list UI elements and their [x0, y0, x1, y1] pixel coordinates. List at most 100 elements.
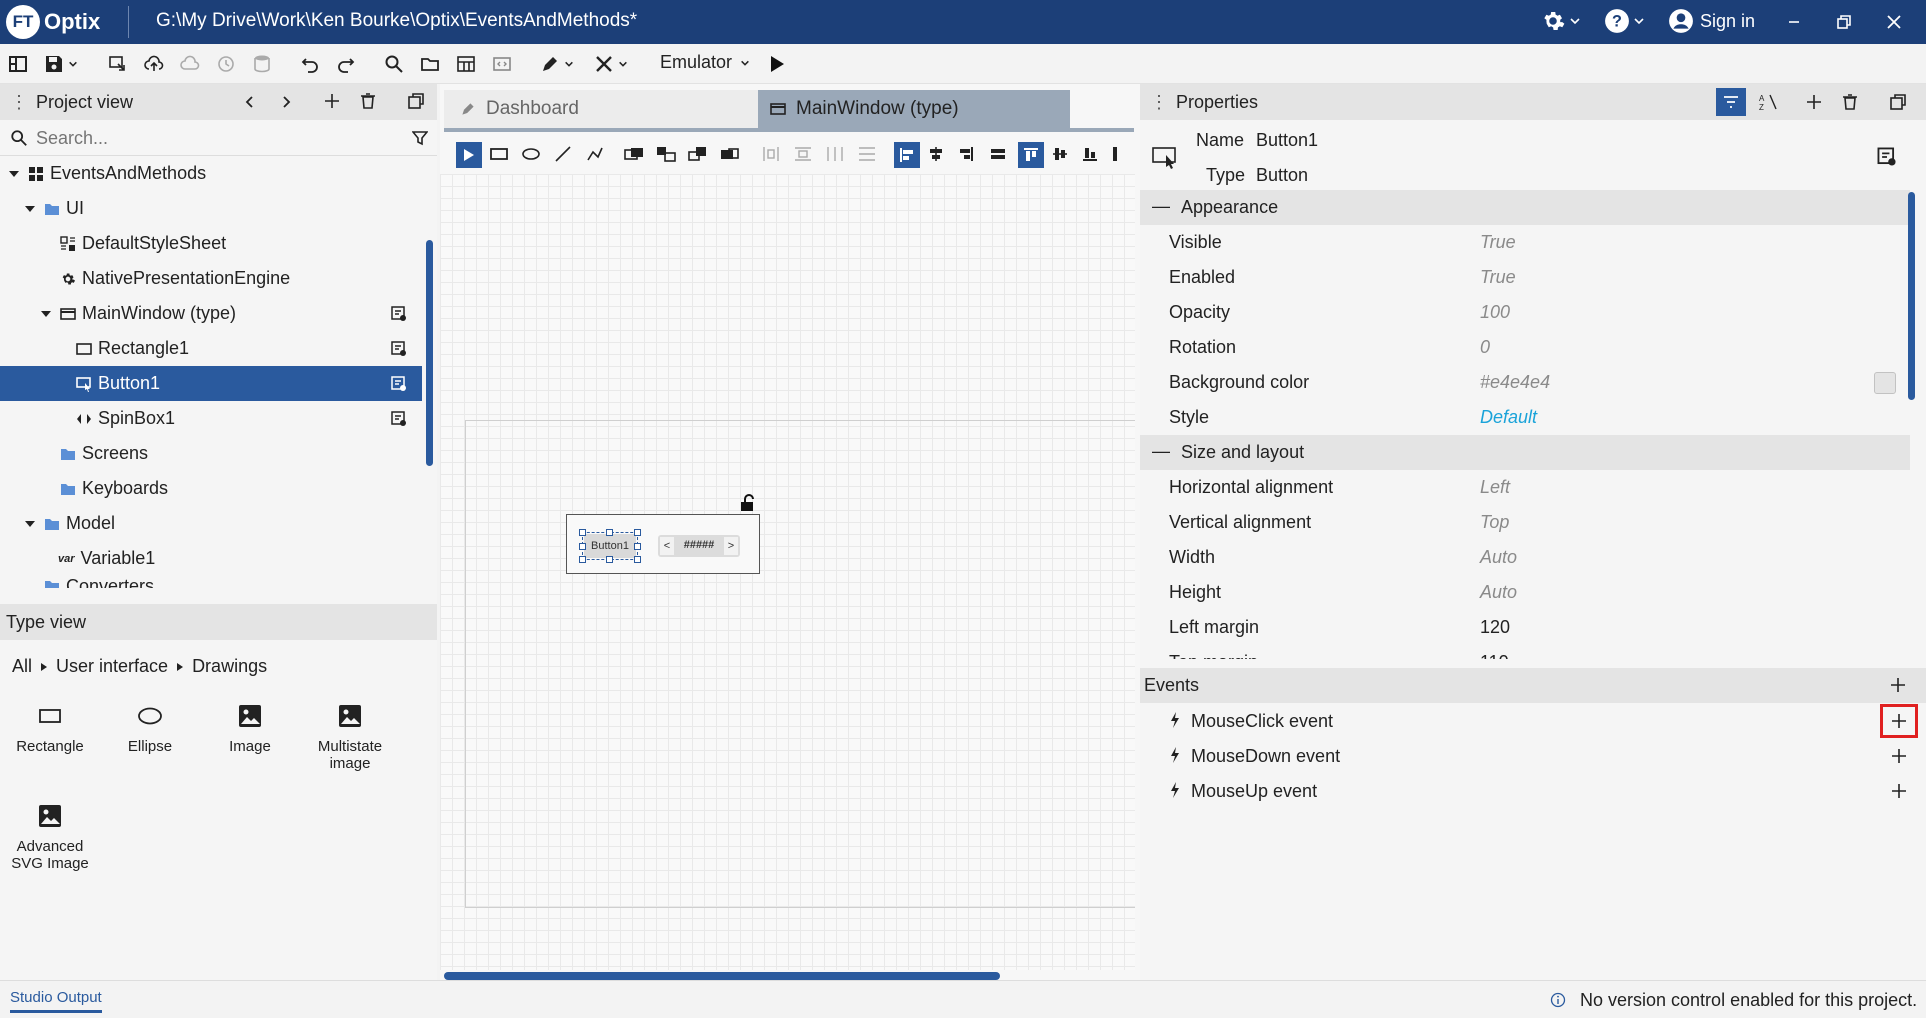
code-button[interactable]	[490, 52, 514, 76]
panel-options-button[interactable]	[1888, 92, 1908, 112]
property-value[interactable]: Default	[1480, 407, 1537, 428]
resize-handle[interactable]	[634, 556, 641, 563]
filter-icon[interactable]	[412, 130, 428, 146]
tree-item-mainwindow[interactable]: MainWindow (type)	[0, 296, 422, 331]
edit-node-icon[interactable]	[390, 410, 408, 428]
restore-button[interactable]	[1834, 12, 1854, 32]
property-value[interactable]: Auto	[1480, 582, 1517, 603]
property-value[interactable]: 100	[1480, 302, 1510, 323]
add-mouseup-handler-button[interactable]	[1889, 781, 1909, 801]
property-background-color[interactable]: Background color #e4e4e4	[1140, 365, 1910, 400]
add-mousedown-handler-button[interactable]	[1889, 746, 1909, 766]
space-h-button[interactable]	[826, 146, 844, 162]
close-button[interactable]	[1884, 12, 1904, 32]
tree-item-keyboards[interactable]: Keyboards	[0, 471, 422, 506]
add-mouseclick-handler-button[interactable]	[1880, 704, 1918, 738]
tree-item-defaultstylesheet[interactable]: DefaultStyleSheet	[0, 226, 422, 261]
edit-node-icon[interactable]	[1876, 146, 1898, 168]
property-value[interactable]: #e4e4e4	[1480, 372, 1550, 393]
open-folder-button[interactable]	[418, 52, 442, 76]
property-vertical-alignment[interactable]: Vertical alignment Top	[1140, 505, 1910, 540]
distribute-v-button[interactable]	[794, 146, 812, 162]
bring-forward-button[interactable]	[688, 146, 708, 162]
tree-item-variable1[interactable]: var Variable1	[0, 541, 422, 576]
resize-handle[interactable]	[634, 529, 641, 536]
type-item-ellipse[interactable]: Ellipse	[100, 702, 200, 755]
add-node-button[interactable]	[322, 91, 342, 111]
expand-arrow-icon[interactable]	[8, 168, 22, 180]
color-swatch[interactable]	[1874, 372, 1896, 394]
type-item-image[interactable]: Image	[200, 702, 300, 755]
delete-property-button[interactable]	[1840, 92, 1860, 112]
edit-node-icon[interactable]	[390, 305, 408, 323]
resize-handle[interactable]	[579, 556, 586, 563]
delete-node-button[interactable]	[358, 91, 378, 111]
property-visible[interactable]: Visible True	[1140, 225, 1910, 260]
library-button[interactable]	[454, 52, 478, 76]
property-enabled[interactable]: Enabled True	[1140, 260, 1910, 295]
type-item-rectangle[interactable]: Rectangle	[0, 702, 100, 755]
spinbox-decrement[interactable]: <	[660, 537, 674, 555]
filter-properties-button[interactable]	[1716, 88, 1746, 116]
rectangle-tool-button[interactable]	[490, 146, 508, 162]
resize-handle[interactable]	[579, 543, 586, 550]
canvas-spinbox1[interactable]: < ##### >	[658, 535, 740, 557]
tree-item-ui[interactable]: UI	[0, 191, 422, 226]
type-item-advanced-svg-image[interactable]: Advanced SVG Image	[0, 802, 100, 872]
redo-button[interactable]	[334, 52, 358, 76]
property-value[interactable]: 0	[1480, 337, 1490, 358]
stretch-h-button[interactable]	[990, 146, 1006, 162]
edit-node-icon[interactable]	[390, 340, 408, 358]
download-button[interactable]	[178, 52, 202, 76]
add-event-button[interactable]	[1888, 675, 1908, 695]
breadcrumb-all[interactable]: All	[12, 656, 32, 677]
canvas-h-scrollbar[interactable]	[444, 972, 1000, 980]
properties-scrollbar[interactable]	[1908, 192, 1915, 400]
tree-scrollbar[interactable]	[426, 240, 433, 466]
align-top-button[interactable]	[1018, 142, 1044, 168]
layout-button[interactable]	[6, 52, 30, 76]
stretch-v-button[interactable]	[1112, 146, 1124, 162]
resize-handle[interactable]	[579, 529, 586, 536]
property-value[interactable]: Auto	[1480, 547, 1517, 568]
align-center-button[interactable]	[928, 146, 944, 162]
spinbox-increment[interactable]: >	[724, 537, 738, 555]
property-value[interactable]: True	[1480, 267, 1516, 288]
ellipse-tool-button[interactable]	[522, 146, 540, 162]
forward-button[interactable]	[276, 90, 296, 114]
select-tool-button[interactable]	[456, 142, 482, 168]
breadcrumb-user-interface[interactable]: User interface	[56, 656, 168, 677]
tree-item-button1[interactable]: Button1	[0, 366, 422, 401]
group-button[interactable]	[624, 146, 644, 162]
property-height[interactable]: Height Auto	[1140, 575, 1910, 610]
undo-button[interactable]	[298, 52, 322, 76]
property-value[interactable]: 120	[1480, 617, 1510, 638]
pen-tool-menu[interactable]	[562, 52, 576, 76]
run-button[interactable]	[768, 54, 786, 74]
tab-mainwindow[interactable]: MainWindow (type)	[758, 90, 1070, 128]
property-width[interactable]: Width Auto	[1140, 540, 1910, 575]
property-rotation[interactable]: Rotation 0	[1140, 330, 1910, 365]
distribute-h-button[interactable]	[762, 146, 780, 162]
save-menu-button[interactable]	[66, 52, 80, 76]
back-button[interactable]	[240, 90, 260, 114]
type-item-multistate-image[interactable]: Multistate image	[300, 702, 400, 772]
tools-menu[interactable]	[616, 52, 630, 76]
pen-tool-button[interactable]	[538, 52, 562, 76]
align-right-button[interactable]	[958, 146, 974, 162]
section-appearance[interactable]: — Appearance	[1140, 190, 1910, 225]
resize-handle[interactable]	[606, 529, 613, 536]
emulator-dropdown[interactable]: Emulator	[660, 52, 750, 73]
tree-item-screens[interactable]: Screens	[0, 436, 422, 471]
property-style[interactable]: Style Default	[1140, 400, 1910, 435]
database-button[interactable]	[250, 52, 274, 76]
property-value[interactable]: Top	[1480, 512, 1509, 533]
expand-arrow-icon[interactable]	[24, 518, 38, 530]
breadcrumb-drawings[interactable]: Drawings	[192, 656, 267, 677]
align-bottom-button[interactable]	[1082, 146, 1098, 162]
name-value[interactable]: Button1	[1256, 130, 1318, 151]
design-canvas[interactable]: Button1 < ##### >	[440, 174, 1135, 970]
settings-menu[interactable]	[1540, 8, 1581, 34]
find-button[interactable]	[382, 52, 406, 76]
resize-handle[interactable]	[606, 556, 613, 563]
